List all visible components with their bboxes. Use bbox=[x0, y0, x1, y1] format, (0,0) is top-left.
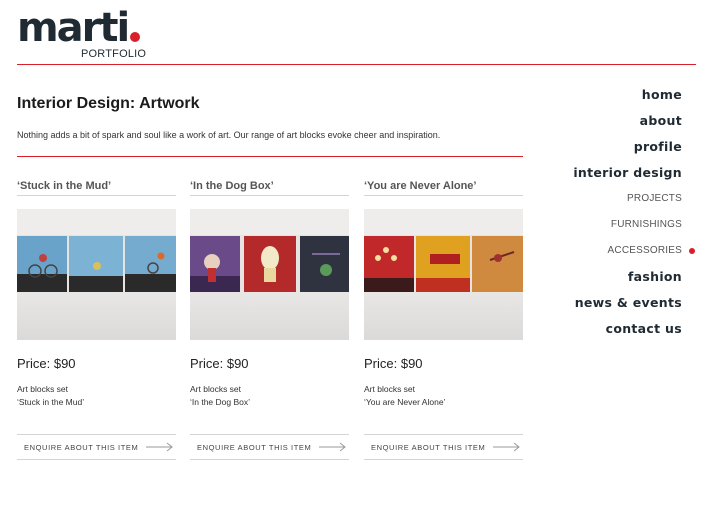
nav-interior-design[interactable]: interior design bbox=[573, 160, 682, 186]
content-divider bbox=[17, 156, 523, 157]
product-card: ‘You are Never Alone’ Price: $90 Art blo… bbox=[364, 180, 523, 460]
logo-wordmark: marti bbox=[17, 5, 130, 51]
header-divider bbox=[17, 64, 696, 65]
product-price: Price: $90 bbox=[364, 356, 423, 371]
product-description: Art blocks set ‘Stuck in the Mud’ bbox=[17, 383, 176, 409]
nav-news-events[interactable]: news & events bbox=[573, 290, 682, 316]
active-indicator-icon bbox=[689, 248, 695, 254]
nav-accessories-label: ACCESSORIES bbox=[607, 245, 682, 256]
product-image[interactable] bbox=[17, 209, 176, 340]
nav-contact-us[interactable]: contact us bbox=[573, 316, 682, 342]
nav-accessories[interactable]: ACCESSORIES bbox=[573, 238, 695, 264]
product-name-divider bbox=[17, 195, 176, 196]
enquire-label: ENQUIRE ABOUT THIS ITEM bbox=[371, 442, 486, 452]
product-name: ‘In the Dog Box’ bbox=[190, 180, 274, 192]
product-desc-line2: ‘Stuck in the Mud’ bbox=[17, 397, 85, 407]
nav-home[interactable]: home bbox=[573, 82, 682, 108]
enquire-button[interactable]: ENQUIRE ABOUT THIS ITEM bbox=[190, 434, 349, 460]
enquire-label: ENQUIRE ABOUT THIS ITEM bbox=[197, 442, 312, 452]
enquire-button[interactable]: ENQUIRE ABOUT THIS ITEM bbox=[364, 434, 523, 460]
product-desc-line2: ‘You are Never Alone’ bbox=[364, 397, 446, 407]
product-card: ‘Stuck in the Mud’ Price: $90 Art blocks… bbox=[17, 180, 176, 460]
art-blocks-image-icon bbox=[364, 236, 523, 292]
nav-projects[interactable]: PROJECTS bbox=[573, 186, 682, 212]
product-name-divider bbox=[190, 195, 349, 196]
product-image[interactable] bbox=[364, 209, 523, 340]
product-desc-line2: ‘In the Dog Box’ bbox=[190, 397, 251, 407]
logo-subtitle: PORTFOLIO bbox=[81, 48, 147, 60]
enquire-button[interactable]: ENQUIRE ABOUT THIS ITEM bbox=[17, 434, 176, 460]
product-name-divider bbox=[364, 195, 523, 196]
arrow-right-icon bbox=[493, 442, 520, 452]
enquire-label: ENQUIRE ABOUT THIS ITEM bbox=[24, 442, 139, 452]
art-blocks-image-icon bbox=[17, 236, 176, 292]
nav-furnishings[interactable]: FURNISHINGS bbox=[573, 212, 682, 238]
product-name: ‘Stuck in the Mud’ bbox=[17, 180, 112, 192]
page-intro: Nothing adds a bit of spark and soul lik… bbox=[17, 130, 441, 140]
arrow-right-icon bbox=[146, 442, 173, 452]
nav-profile[interactable]: profile bbox=[573, 134, 682, 160]
logo-dot bbox=[130, 32, 141, 42]
product-name: ‘You are Never Alone’ bbox=[364, 180, 477, 192]
product-price: Price: $90 bbox=[17, 356, 76, 371]
product-desc-line1: Art blocks set bbox=[190, 384, 242, 394]
product-card: ‘In the Dog Box’ Price: $90 Art blocks s… bbox=[190, 180, 349, 460]
product-desc-line1: Art blocks set bbox=[17, 384, 69, 394]
arrow-right-icon bbox=[319, 442, 346, 452]
product-desc-line1: Art blocks set bbox=[364, 384, 416, 394]
art-blocks-image-icon bbox=[190, 236, 349, 292]
product-description: Art blocks set ‘You are Never Alone’ bbox=[364, 383, 523, 409]
nav-fashion[interactable]: fashion bbox=[573, 264, 682, 290]
product-description: Art blocks set ‘In the Dog Box’ bbox=[190, 383, 349, 409]
logo[interactable]: marti PORTFOLIO bbox=[17, 5, 146, 60]
product-price: Price: $90 bbox=[190, 356, 249, 371]
main-nav: home about profile interior design PROJE… bbox=[573, 82, 695, 342]
page-title: Interior Design: Artwork bbox=[17, 95, 200, 112]
product-image[interactable] bbox=[190, 209, 349, 340]
nav-about[interactable]: about bbox=[573, 108, 682, 134]
